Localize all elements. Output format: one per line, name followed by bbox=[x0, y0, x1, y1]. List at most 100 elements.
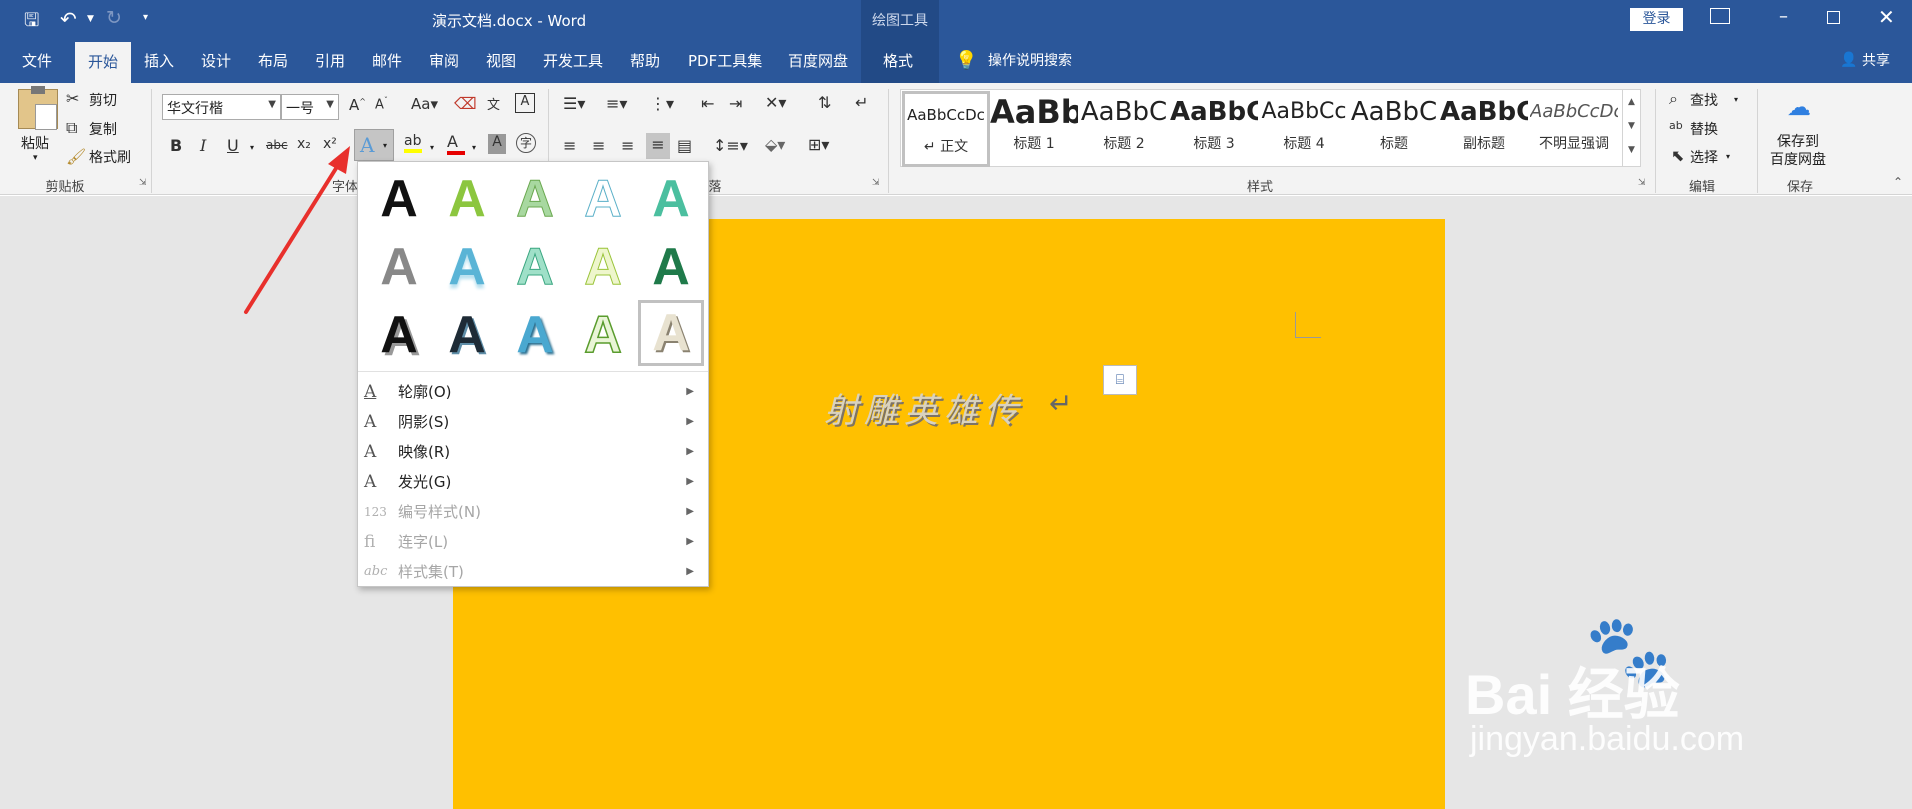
style-heading-1[interactable]: AaBb 标题 1 bbox=[990, 91, 1078, 167]
shading-icon[interactable]: ⬙▾ bbox=[765, 135, 785, 154]
cut-icon[interactable]: ✂ bbox=[66, 89, 79, 108]
tab-review[interactable]: 审阅 bbox=[421, 39, 467, 83]
select-dropdown-icon[interactable]: ▾ bbox=[1726, 152, 1730, 161]
tab-insert[interactable]: 插入 bbox=[136, 39, 182, 83]
find-dropdown-icon[interactable]: ▾ bbox=[1734, 95, 1738, 104]
menu-item-ligatures[interactable]: fi 连字(L) ▶ bbox=[358, 527, 708, 557]
style-subtle-emphasis[interactable]: AaBbCcDc 不明显强调 bbox=[1530, 91, 1618, 167]
text-effect-swatch[interactable]: A bbox=[434, 234, 500, 300]
find-button[interactable]: 查找 bbox=[1690, 90, 1718, 110]
text-effects-button[interactable]: A ▾ bbox=[354, 129, 394, 161]
format-painter-icon[interactable]: 🖌 bbox=[66, 147, 86, 166]
style-heading-2[interactable]: AaBbC 标题 2 bbox=[1080, 91, 1168, 167]
tab-pdf-tools[interactable]: PDF工具集 bbox=[680, 39, 770, 83]
text-effect-swatch[interactable]: A bbox=[434, 302, 500, 368]
sort-icon[interactable]: ⇅ bbox=[818, 93, 831, 112]
paragraph-launcher-icon[interactable]: ⇲ bbox=[872, 178, 880, 188]
replace-icon[interactable]: ab bbox=[1669, 119, 1683, 132]
text-effect-swatch[interactable]: A bbox=[570, 166, 636, 232]
cursor-icon[interactable]: ⬉ bbox=[1671, 146, 1684, 165]
distributed-icon[interactable]: ▤ bbox=[677, 136, 692, 155]
menu-item-number-style[interactable]: 123 编号样式(N) ▶ bbox=[358, 497, 708, 527]
menu-item-stylistic-sets[interactable]: abc 样式集(T) ▶ bbox=[358, 557, 708, 587]
login-button[interactable]: 登录 bbox=[1630, 8, 1683, 31]
tab-help[interactable]: 帮助 bbox=[622, 39, 668, 83]
styles-launcher-icon[interactable]: ⇲ bbox=[1638, 178, 1646, 188]
bullets-icon[interactable]: ☰▾ bbox=[563, 94, 585, 113]
text-effect-swatch[interactable]: A bbox=[366, 234, 432, 300]
tab-home[interactable]: 开始 bbox=[75, 42, 131, 83]
align-left-icon[interactable]: ≡ bbox=[563, 136, 576, 155]
line-spacing-icon[interactable]: ↕≡▾ bbox=[713, 136, 748, 155]
multilevel-list-icon[interactable]: ⋮▾ bbox=[650, 94, 674, 113]
tab-format[interactable]: 格式 bbox=[875, 39, 921, 83]
text-effect-swatch[interactable]: A bbox=[502, 302, 568, 368]
tab-view[interactable]: 视图 bbox=[478, 39, 524, 83]
clear-formatting-icon[interactable]: ⌫ bbox=[454, 94, 477, 113]
select-button[interactable]: 选择 bbox=[1690, 147, 1718, 167]
text-effect-swatch[interactable]: A bbox=[570, 302, 636, 368]
share-button[interactable]: 共享 bbox=[1854, 39, 1898, 83]
justify-icon[interactable]: ≡ bbox=[646, 133, 670, 159]
change-case-icon[interactable]: Aa▾ bbox=[411, 95, 438, 113]
enclose-characters-icon[interactable]: 字 bbox=[516, 133, 536, 153]
copy-icon[interactable]: ⧉ bbox=[66, 118, 77, 138]
font-color-dropdown-icon[interactable]: ▾ bbox=[472, 143, 476, 152]
text-effect-swatch-selected[interactable]: A bbox=[638, 300, 704, 366]
menu-item-shadow[interactable]: A 阴影(S) ▶ bbox=[358, 407, 708, 437]
decrease-indent-icon[interactable]: ⇤ bbox=[701, 94, 714, 113]
tab-layout[interactable]: 布局 bbox=[250, 39, 296, 83]
character-shading-icon[interactable]: A bbox=[488, 134, 506, 154]
highlight-icon[interactable]: ab bbox=[404, 133, 422, 153]
underline-icon[interactable]: U bbox=[227, 136, 239, 155]
style-subtitle[interactable]: AaBbC 副标题 bbox=[1440, 91, 1528, 167]
align-right-icon[interactable]: ≡ bbox=[621, 136, 634, 155]
chevron-down-icon[interactable]: ▼ bbox=[1623, 114, 1640, 138]
baidu-disk-icon[interactable]: ☁ bbox=[1787, 93, 1811, 121]
save-icon[interactable]: 🖫 bbox=[24, 8, 39, 38]
font-size-combo[interactable]: 一号 ▼ bbox=[281, 94, 339, 120]
undo-icon[interactable]: ↶ bbox=[60, 7, 77, 31]
layout-options-icon[interactable]: ⌸ bbox=[1103, 365, 1137, 395]
save-to-label[interactable]: 保存到 bbox=[1777, 131, 1819, 151]
style-heading-4[interactable]: AaBbCc 标题 4 bbox=[1260, 91, 1348, 167]
clipboard-launcher-icon[interactable]: ⇲ bbox=[139, 178, 147, 188]
baidu-disk-label[interactable]: 百度网盘 bbox=[1770, 149, 1826, 169]
style-heading-3[interactable]: AaBbC 标题 3 bbox=[1170, 91, 1258, 167]
text-effect-swatch[interactable]: A bbox=[434, 166, 500, 232]
menu-item-glow[interactable]: A 发光(G) ▶ bbox=[358, 467, 708, 497]
styles-scroll[interactable]: ▲ ▼ ▼ bbox=[1622, 90, 1640, 166]
text-effect-swatch[interactable]: A bbox=[366, 166, 432, 232]
font-name-combo[interactable]: 华文行楷 ▼ bbox=[162, 94, 281, 120]
tab-references[interactable]: 引用 bbox=[307, 39, 353, 83]
tab-mailings[interactable]: 邮件 bbox=[364, 39, 410, 83]
tell-me-search[interactable]: 操作说明搜索 bbox=[980, 39, 1080, 83]
style-normal[interactable]: AaBbCcDc ↵ 正文 bbox=[902, 91, 990, 167]
text-effect-swatch[interactable]: A bbox=[502, 234, 568, 300]
show-marks-icon[interactable]: ↵ bbox=[855, 93, 868, 112]
ribbon-display-icon[interactable] bbox=[1710, 8, 1730, 24]
tab-design[interactable]: 设计 bbox=[193, 39, 239, 83]
cut-button[interactable]: 剪切 bbox=[89, 90, 117, 110]
text-direction-icon[interactable]: ✕▾ bbox=[765, 93, 786, 112]
copy-button[interactable]: 复制 bbox=[89, 119, 117, 139]
restore-icon[interactable] bbox=[1827, 11, 1840, 24]
menu-item-reflection[interactable]: A 映像(R) ▶ bbox=[358, 437, 708, 467]
collapse-ribbon-icon[interactable]: ⌃ bbox=[1893, 175, 1903, 189]
replace-button[interactable]: 替换 bbox=[1690, 119, 1718, 139]
menu-item-outline[interactable]: A 轮廓(O) ▶ bbox=[358, 377, 708, 407]
italic-icon[interactable]: I bbox=[200, 136, 206, 155]
font-color-icon[interactable]: A bbox=[447, 132, 465, 155]
more-icon[interactable]: ▼ bbox=[1623, 138, 1640, 162]
style-title[interactable]: AaBbC 标题 bbox=[1350, 91, 1438, 167]
minimize-icon[interactable]: – bbox=[1779, 6, 1788, 27]
search-icon[interactable]: ⌕ bbox=[1669, 89, 1678, 109]
grow-font-icon[interactable]: A^ bbox=[349, 96, 366, 114]
document-text[interactable]: 射雕英雄传 bbox=[824, 383, 1024, 432]
align-center-icon[interactable]: ≡ bbox=[592, 136, 605, 155]
paste-button[interactable]: 粘贴 bbox=[21, 133, 49, 153]
chevron-up-icon[interactable]: ▲ bbox=[1623, 90, 1640, 114]
text-effect-swatch[interactable]: A bbox=[638, 166, 704, 232]
text-effect-swatch[interactable]: A bbox=[570, 234, 636, 300]
numbering-icon[interactable]: ≡▾ bbox=[606, 94, 627, 113]
